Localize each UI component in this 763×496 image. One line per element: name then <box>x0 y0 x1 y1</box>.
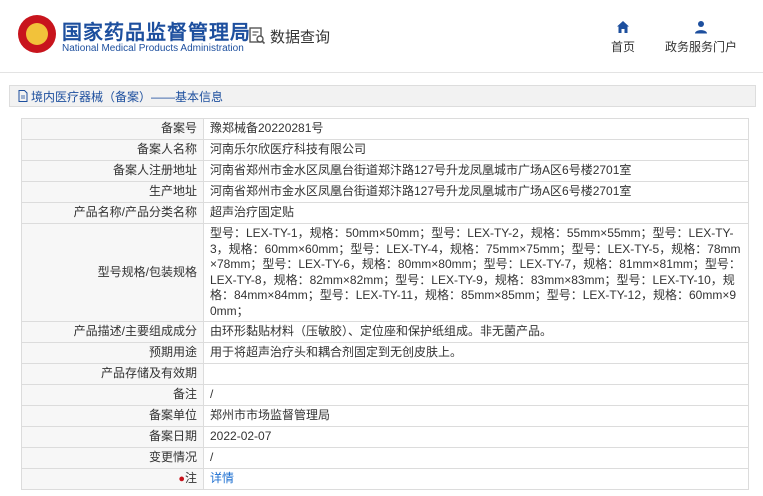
table-row: 产品存储及有效期 <box>21 363 749 385</box>
table-row: 型号规格/包装规格 型号：LEX-TY-1，规格：50mm×50mm；型号：LE… <box>21 223 749 322</box>
field-value <box>203 363 749 385</box>
top-header: 国家药品监督管理局 National Medical Products Admi… <box>0 0 763 73</box>
field-label: 产品描述/主要组成成分 <box>21 321 204 343</box>
table-row: 备案人名称 河南乐尔欣医疗科技有限公司 <box>21 139 749 161</box>
brand-subtitle: National Medical Products Administration <box>62 43 244 54</box>
field-label: 备案单位 <box>21 405 204 427</box>
field-label: 备案日期 <box>21 426 204 448</box>
nav-portal-label: 政务服务门户 <box>664 40 737 54</box>
table-row: 备案人注册地址 河南省郑州市金水区凤凰台街道郑汴路127号升龙凤凰城市广场A区6… <box>21 160 749 182</box>
note-label-cell: ●注 <box>21 468 204 490</box>
table-row: 预期用途 用于将超声治疗头和耦合剂固定到无创皮肤上。 <box>21 342 749 364</box>
document-icon <box>18 90 28 102</box>
brand-title: 国家药品监督管理局 <box>62 22 251 44</box>
field-value: 用于将超声治疗头和耦合剂固定到无创皮肤上。 <box>203 342 749 364</box>
field-value: 河南省郑州市金水区凤凰台街道郑汴路127号升龙凤凰城市广场A区6号楼2701室 <box>203 160 749 182</box>
nav-home-label: 首页 <box>610 40 635 54</box>
table-row: 备案日期 2022-02-07 <box>21 426 749 448</box>
map-pin-icon: ● <box>178 472 185 485</box>
field-label: 型号规格/包装规格 <box>21 223 204 322</box>
nav-home[interactable]: 首页 <box>603 20 643 55</box>
field-value: / <box>203 447 749 469</box>
record-info-table: 备案号 豫郑械备20220281号 备案人名称 河南乐尔欣医疗科技有限公司 备案… <box>21 118 749 490</box>
field-value: 河南乐尔欣医疗科技有限公司 <box>203 139 749 161</box>
field-label: 备注 <box>21 384 204 406</box>
field-label: 注 <box>184 470 197 485</box>
document-search-icon <box>249 27 266 45</box>
section-title: 境内医疗器械（备案）——基本信息 <box>31 89 224 104</box>
table-row: 产品名称/产品分类名称 超声治疗固定贴 <box>21 202 749 224</box>
note-value-cell: 详情 <box>203 468 749 490</box>
data-query-label: 数据查询 <box>270 28 331 46</box>
field-value: 超声治疗固定贴 <box>203 202 749 224</box>
field-label: 生产地址 <box>21 181 204 203</box>
field-label: 备案人注册地址 <box>21 160 204 182</box>
field-value: 由环形黏贴材料（压敏胶）、定位座和保护纸组成。非无菌产品。 <box>203 321 749 343</box>
nmpa-emblem-icon <box>18 15 56 53</box>
table-row: 产品描述/主要组成成分 由环形黏贴材料（压敏胶）、定位座和保护纸组成。非无菌产品… <box>21 321 749 343</box>
field-value: 郑州市市场监督管理局 <box>203 405 749 427</box>
field-label: 变更情况 <box>21 447 204 469</box>
table-row: ●注 详情 <box>21 468 749 490</box>
table-row: 备注 / <box>21 384 749 406</box>
section-title-bar: 境内医疗器械（备案）——基本信息 <box>9 85 756 107</box>
table-row: 备案单位 郑州市市场监督管理局 <box>21 405 749 427</box>
details-link[interactable]: 详情 <box>210 471 234 485</box>
field-value: 河南省郑州市金水区凤凰台街道郑汴路127号升龙凤凰城市广场A区6号楼2701室 <box>203 181 749 203</box>
table-row: 变更情况 / <box>21 447 749 469</box>
home-icon <box>617 21 629 33</box>
field-label: 备案人名称 <box>21 139 204 161</box>
table-row: 备案号 豫郑械备20220281号 <box>21 118 749 140</box>
data-query-button[interactable]: 数据查询 <box>248 26 330 46</box>
user-icon <box>695 21 707 34</box>
table-row: 生产地址 河南省郑州市金水区凤凰台街道郑汴路127号升龙凤凰城市广场A区6号楼2… <box>21 181 749 203</box>
field-label: 预期用途 <box>21 342 204 364</box>
field-label: 产品名称/产品分类名称 <box>21 202 204 224</box>
nav-service-portal[interactable]: 政务服务门户 <box>658 20 744 55</box>
field-label: 备案号 <box>21 118 204 140</box>
field-value: / <box>203 384 749 406</box>
field-value: 2022-02-07 <box>203 426 749 448</box>
field-value: 豫郑械备20220281号 <box>203 118 749 140</box>
field-label: 产品存储及有效期 <box>21 363 204 385</box>
field-value: 型号：LEX-TY-1，规格：50mm×50mm；型号：LEX-TY-2，规格：… <box>203 223 749 322</box>
